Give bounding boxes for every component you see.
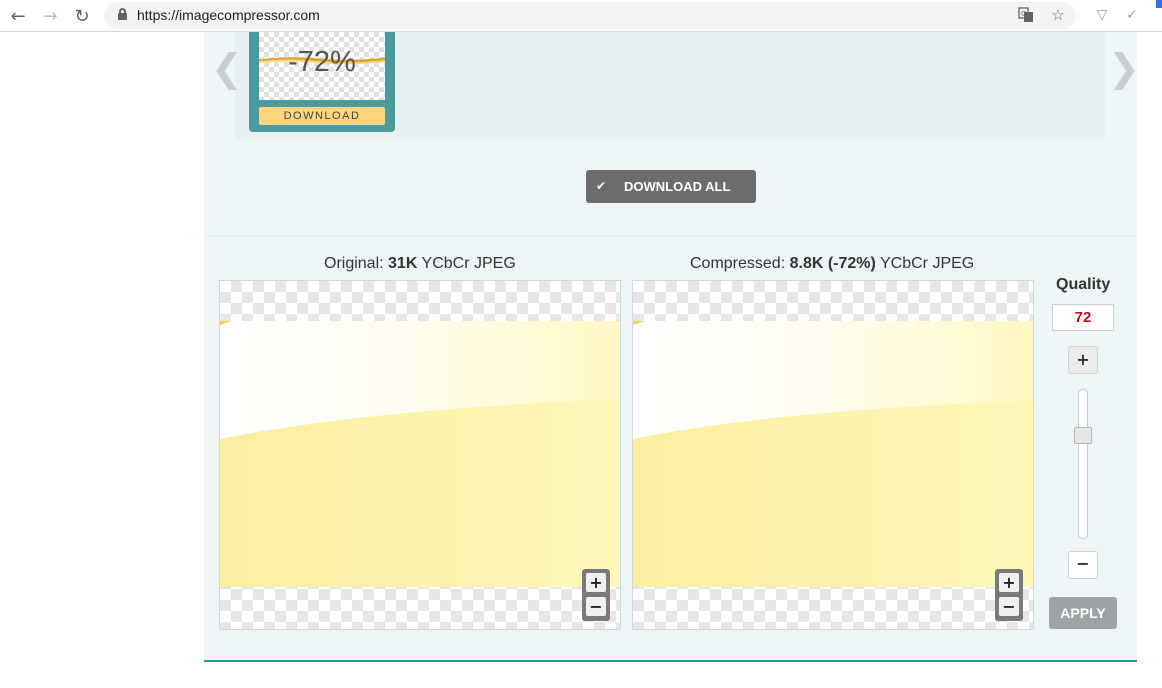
reload-icon[interactable]: ↻ (70, 4, 94, 28)
original-image (220, 321, 620, 587)
url-text[interactable]: https://imagecompressor.com (137, 7, 320, 23)
original-size: 31K (388, 255, 418, 272)
address-bar[interactable]: https://imagecompressor.com G ☆ (104, 2, 1076, 29)
carousel-prev-icon[interactable]: ❮ (211, 46, 243, 90)
original-zoom-controls: + − (582, 569, 610, 621)
quality-slider-handle[interactable] (1074, 427, 1092, 444)
thumbnail-percent: -72% (288, 46, 356, 78)
original-zoom-out-button[interactable]: − (586, 597, 606, 616)
compressed-image (633, 321, 1033, 587)
star-icon[interactable]: ☆ (1048, 5, 1068, 25)
original-zoom-in-button[interactable]: + (586, 573, 606, 592)
apply-button[interactable]: APPLY (1049, 597, 1117, 629)
original-image-viewer[interactable]: + − (219, 280, 621, 630)
quality-label: Quality (1056, 276, 1111, 293)
carousel-next-icon[interactable]: ❯ (1108, 46, 1140, 90)
extension-icon[interactable]: ▽ (1092, 5, 1112, 25)
download-all-label: DOWNLOAD ALL (624, 179, 731, 194)
compressed-zoom-controls: + − (995, 569, 1023, 621)
main-panel: ❮ ❯ -72% DOWNLOAD ✔ DOWNLOAD ALL Origina… (204, 32, 1140, 662)
checkmark-icon: ✔ (596, 179, 607, 193)
lock-icon (118, 8, 127, 20)
checkmark-icon[interactable]: ✓ (1122, 5, 1142, 25)
compressed-zoom-in-button[interactable]: + (999, 573, 1019, 592)
back-arrow-icon[interactable]: ← (6, 4, 30, 28)
thumbnail-card[interactable]: -72% DOWNLOAD (249, 32, 395, 132)
thumbnail-image[interactable]: -72% (259, 32, 385, 100)
forward-arrow-icon[interactable]: → (38, 4, 62, 28)
compressed-caption: Compressed: 8.8K (-72%) YCbCr JPEG (690, 255, 975, 272)
quality-decrease-button[interactable]: − (1068, 551, 1098, 579)
browser-toolbar: ← → ↻ https://imagecompressor.com G ☆ ▽ … (0, 0, 1162, 32)
quality-slider[interactable] (1078, 389, 1088, 539)
translate-icon[interactable]: G (1016, 5, 1036, 25)
original-caption: Original: 31K YCbCr JPEG (324, 255, 516, 272)
download-all-button[interactable]: ✔ DOWNLOAD ALL (586, 170, 756, 203)
thumbnail-download-button[interactable]: DOWNLOAD (259, 107, 385, 125)
compressed-size: 8.8K (-72%) (789, 255, 876, 272)
quality-input[interactable]: 72 (1052, 304, 1114, 331)
svg-text:G: G (1021, 10, 1026, 18)
compressed-image-viewer[interactable]: + − (632, 280, 1034, 630)
quality-increase-button[interactable]: + (1068, 346, 1098, 374)
compressed-zoom-out-button[interactable]: − (999, 597, 1019, 616)
extension-badge (1156, 0, 1162, 8)
